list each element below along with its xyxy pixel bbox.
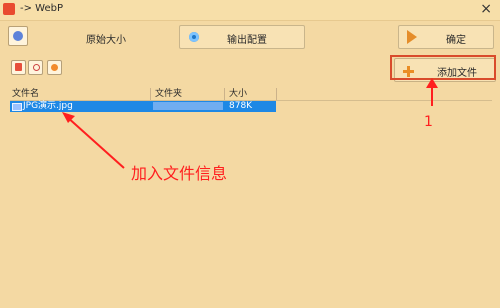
arrow-line-to-row [65,115,125,169]
arrow-head-to-button [426,78,438,88]
annotation-number: 1 [424,114,433,130]
annotation-note: 加入文件信息 [131,164,228,183]
annotation-arrows [62,78,438,169]
